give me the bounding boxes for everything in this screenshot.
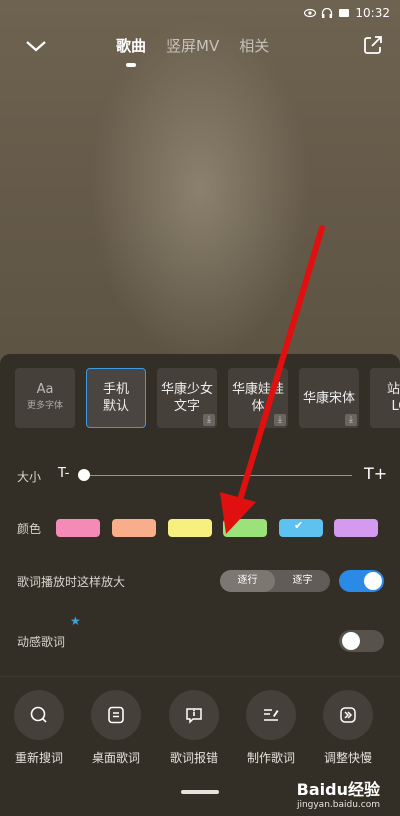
watermark-url: jingyan.baidu.com xyxy=(296,800,380,810)
annotation-arrow xyxy=(220,225,325,534)
baidu-watermark: Baidu经验 jingyan.baidu.com xyxy=(297,776,380,810)
watermark-logo: Baidu经验 xyxy=(296,780,380,799)
